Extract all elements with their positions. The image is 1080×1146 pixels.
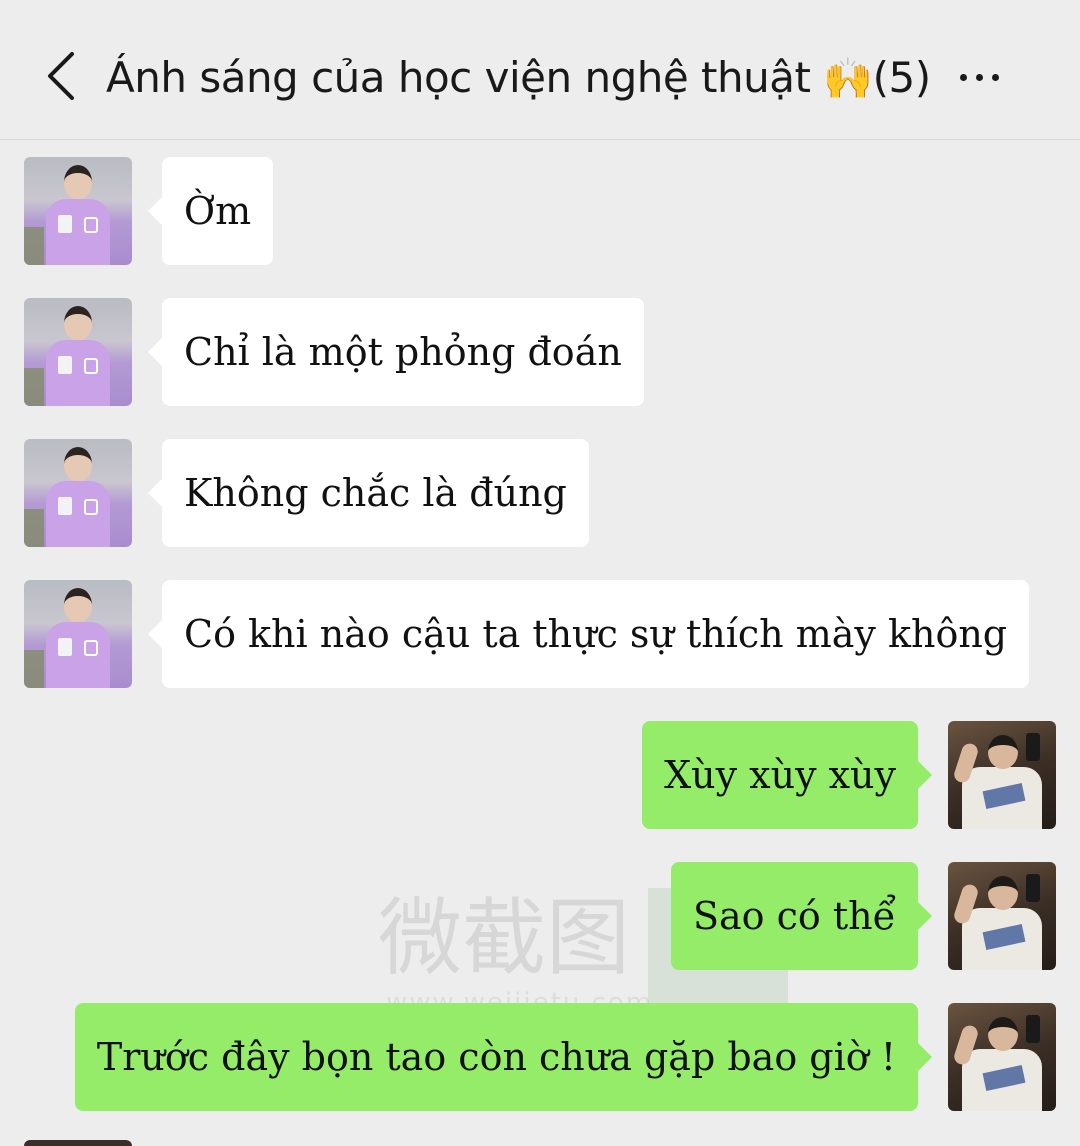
group-name: Ánh sáng của học viện nghệ thuật bbox=[106, 53, 811, 102]
incoming-message-bubble[interactable]: Có khi nào cậu ta thực sự thích mày khôn… bbox=[147, 580, 1030, 688]
incoming-message-bubble[interactable]: Chỉ là một phỏng đoán bbox=[148, 298, 644, 406]
my-avatar[interactable] bbox=[948, 862, 1056, 970]
raising-hands-emoji: 🙌 bbox=[823, 56, 873, 102]
watermark-text: 微截图 bbox=[378, 889, 631, 987]
more-options-button[interactable] bbox=[960, 66, 1030, 90]
sender-avatar[interactable] bbox=[24, 580, 132, 688]
sender-avatar[interactable] bbox=[24, 298, 132, 406]
chevron-left-icon bbox=[48, 52, 74, 100]
chat-title: Ánh sáng của học viện nghệ thuật 🙌(5) bbox=[106, 48, 931, 109]
incoming-message-bubble[interactable]: Ờm bbox=[147, 157, 274, 265]
outgoing-message-bubble[interactable]: Xùy xùy xùy bbox=[642, 721, 932, 829]
member-count: (5) bbox=[872, 53, 932, 102]
next-avatar-peek bbox=[24, 1140, 132, 1146]
more-dot bbox=[976, 74, 983, 81]
more-dot bbox=[992, 74, 999, 81]
outgoing-message-bubble[interactable]: Sao có thể bbox=[670, 862, 933, 970]
sender-avatar[interactable] bbox=[24, 157, 132, 265]
my-avatar[interactable] bbox=[948, 721, 1056, 829]
sender-avatar[interactable] bbox=[24, 439, 132, 547]
back-button[interactable] bbox=[40, 46, 90, 106]
my-avatar[interactable] bbox=[948, 1003, 1056, 1111]
outgoing-message-bubble[interactable]: Trước đây bọn tao còn chưa gặp bao giờ ! bbox=[74, 1003, 933, 1111]
more-dot bbox=[960, 74, 967, 81]
chat-header: Ánh sáng của học viện nghệ thuật 🙌(5) bbox=[0, 0, 1080, 140]
incoming-message-bubble[interactable]: Không chắc là đúng bbox=[148, 439, 589, 547]
